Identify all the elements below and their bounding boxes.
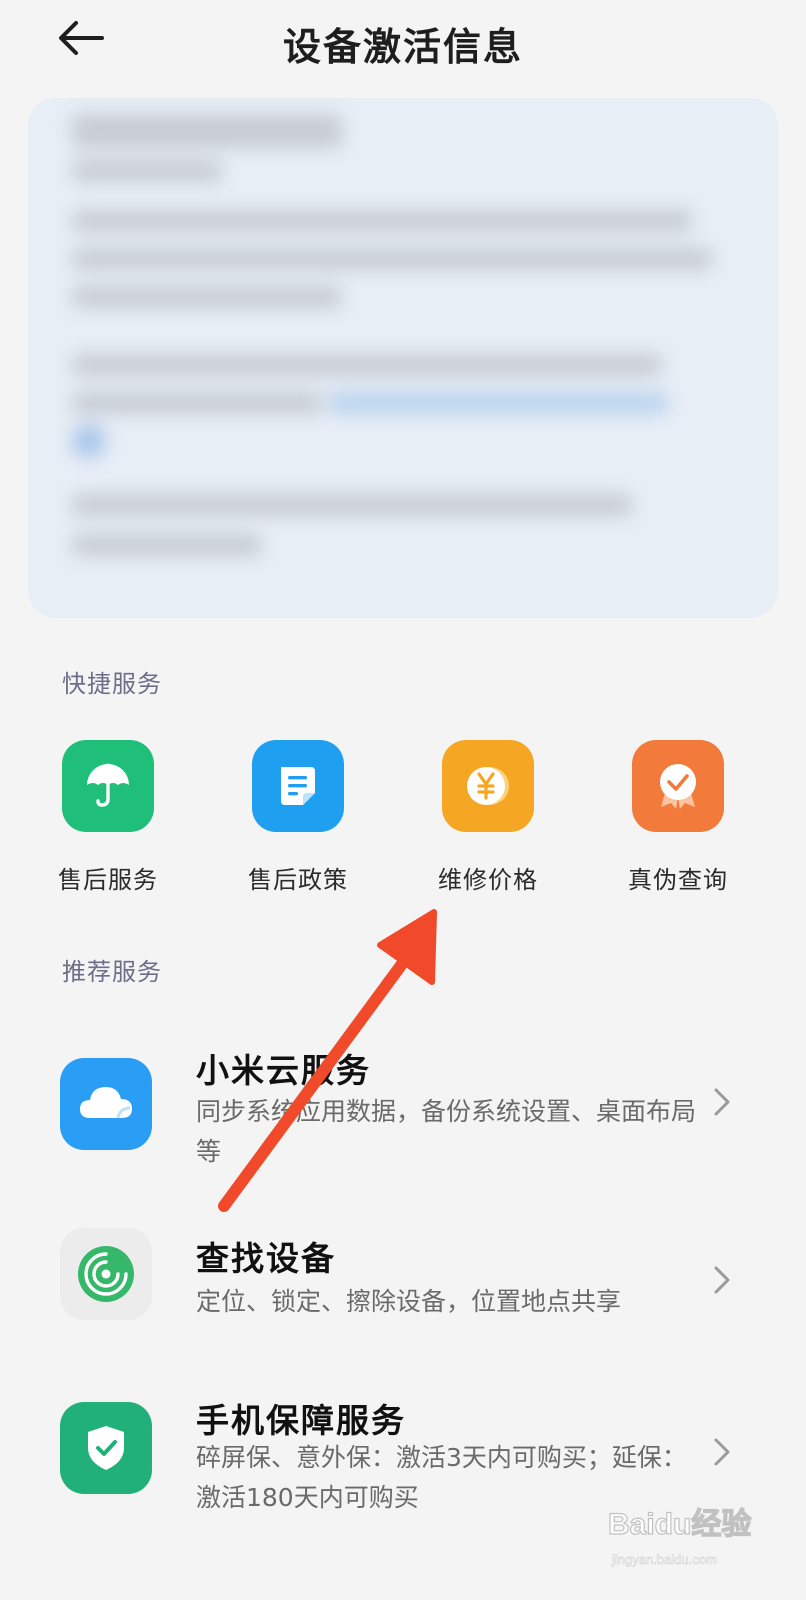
device-activation-page: 设备激活信息 快捷服务 售后服务 售后政策 维修价格 真伪查询 推荐服务 小米云… [0, 0, 806, 1600]
chevron-right-icon [714, 1088, 730, 1116]
document-icon [252, 740, 344, 832]
page-title: 设备激活信息 [282, 25, 523, 69]
service-title: 小米云服务 [196, 1051, 371, 1090]
service-description: 定位、锁定、擦除设备，位置地点共享 [196, 1287, 622, 1316]
service-row-find-device[interactable]: 查找设备 定位、锁定、擦除设备，位置地点共享 [0, 1220, 806, 1340]
quick-item-label: 真伪查询 [628, 866, 728, 894]
svg-text:jingyan.baidu.com: jingyan.baidu.com [611, 1552, 717, 1567]
umbrella-icon [62, 740, 154, 832]
quick-services-title: 快捷服务 [62, 670, 162, 698]
service-row-mi-cloud[interactable]: 小米云服务 同步系统应用数据，备份系统设置、桌面布局等 [0, 1030, 806, 1180]
quick-item-label: 售后政策 [248, 866, 348, 894]
quick-item-repair-price[interactable]: 维修价格 [418, 740, 558, 900]
cloud-icon [60, 1058, 152, 1150]
quick-item-label: 售后服务 [58, 866, 158, 894]
yuan-coin-icon [442, 740, 534, 832]
service-title: 手机保障服务 [196, 1401, 406, 1440]
header: 设备激活信息 [0, 0, 806, 90]
svg-text:Baidu经验: Baidu经验 [608, 1507, 751, 1541]
device-info-card-blurred [28, 98, 778, 618]
recommended-services-title: 推荐服务 [62, 958, 162, 986]
shield-check-icon [60, 1402, 152, 1494]
blurred-content [28, 98, 778, 618]
service-title: 查找设备 [196, 1239, 336, 1278]
quick-item-label: 维修价格 [438, 866, 538, 894]
baidu-jingyan-watermark-logo: Baidu经验 jingyan.baidu.com [607, 1506, 752, 1567]
quick-item-after-sales-service[interactable]: 售后服务 [38, 740, 178, 900]
quick-item-authenticity-check[interactable]: 真伪查询 [608, 740, 748, 900]
service-description: 同步系统应用数据，备份系统设置、桌面布局等 [196, 1097, 697, 1166]
quick-item-after-sales-policy[interactable]: 售后政策 [228, 740, 368, 900]
verified-badge-icon [632, 740, 724, 832]
chevron-right-icon [714, 1438, 730, 1466]
chevron-right-icon [714, 1266, 730, 1294]
radar-icon [60, 1228, 152, 1320]
